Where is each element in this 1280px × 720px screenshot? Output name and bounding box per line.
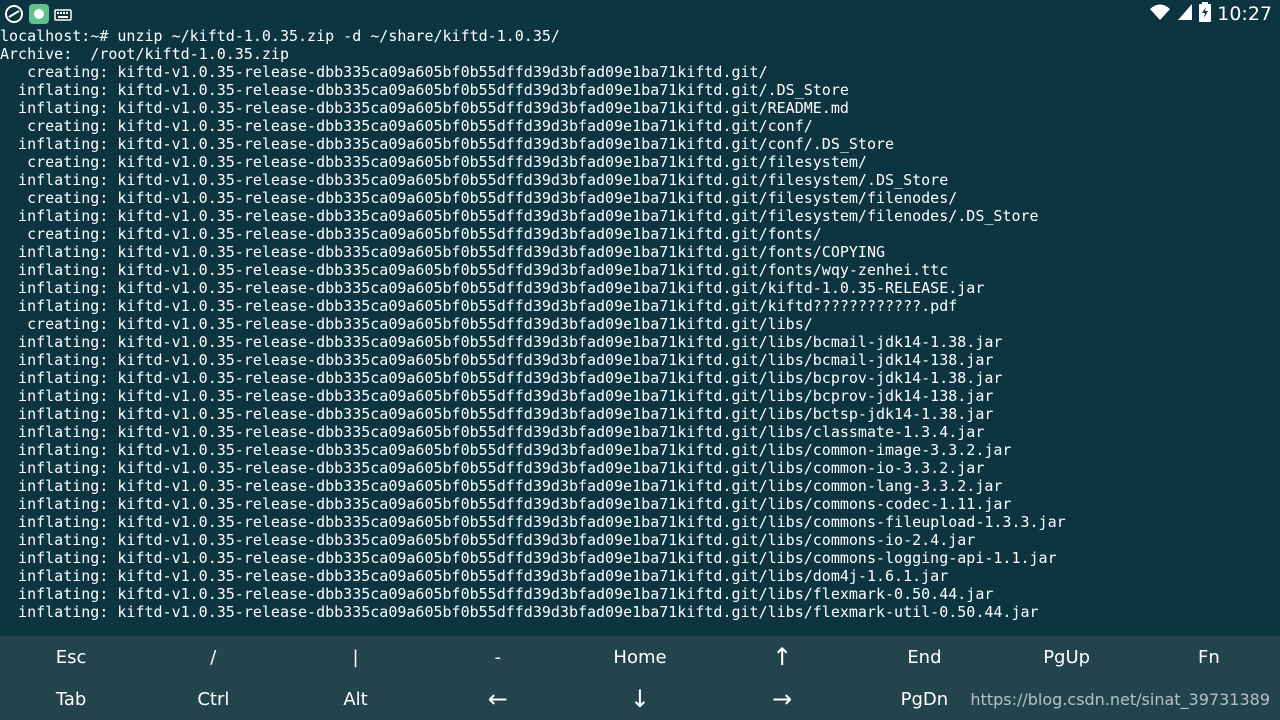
key-home[interactable]: Home: [569, 636, 711, 678]
terminal-line: creating: kiftd-v1.0.35-release-dbb335ca…: [0, 189, 958, 207]
key-arrow-left[interactable]: ←: [427, 678, 569, 720]
terminal-line: inflating: kiftd-v1.0.35-release-dbb335c…: [0, 441, 1012, 459]
terminal-line: inflating: kiftd-v1.0.35-release-dbb335c…: [0, 99, 849, 117]
terminal-line: creating: kiftd-v1.0.35-release-dbb335ca…: [0, 153, 867, 171]
key-dash[interactable]: -: [427, 636, 569, 678]
terminal-line: inflating: kiftd-v1.0.35-release-dbb335c…: [0, 477, 1003, 495]
terminal-line: Archive: /root/kiftd-1.0.35.zip: [0, 45, 289, 63]
key-arrow-up[interactable]: ↑: [711, 636, 853, 678]
key-alt[interactable]: Alt: [284, 678, 426, 720]
terminal-line: inflating: kiftd-v1.0.35-release-dbb335c…: [0, 261, 949, 279]
wifi-icon: [1149, 3, 1171, 25]
terminal-line: inflating: kiftd-v1.0.35-release-dbb335c…: [0, 243, 886, 261]
keyboard-icon: [54, 7, 72, 26]
status-right-icons: 10:27: [1149, 2, 1272, 26]
clock: 10:27: [1217, 3, 1272, 25]
key-fn[interactable]: Fn: [1138, 636, 1280, 678]
terminal-line: inflating: kiftd-v1.0.35-release-dbb335c…: [0, 135, 895, 153]
terminal-line: inflating: kiftd-v1.0.35-release-dbb335c…: [0, 333, 1003, 351]
terminal-line: inflating: kiftd-v1.0.35-release-dbb335c…: [0, 531, 976, 549]
terminal-lines: localhost:~# unzip ~/kiftd-1.0.35.zip -d…: [0, 27, 1280, 621]
terminal-line: localhost:~# unzip ~/kiftd-1.0.35.zip -d…: [0, 27, 560, 45]
key-slash[interactable]: /: [142, 636, 284, 678]
terminal-line: inflating: kiftd-v1.0.35-release-dbb335c…: [0, 495, 1012, 513]
key-esc[interactable]: Esc: [0, 636, 142, 678]
terminal-line: inflating: kiftd-v1.0.35-release-dbb335c…: [0, 549, 1057, 567]
terminal-line: creating: kiftd-v1.0.35-release-dbb335ca…: [0, 225, 822, 243]
app-notification-icon: [28, 3, 50, 29]
key-arrow-right[interactable]: →: [711, 678, 853, 720]
key-ctrl[interactable]: Ctrl: [142, 678, 284, 720]
key-pgup[interactable]: PgUp: [996, 636, 1138, 678]
android-debug-icon: [4, 4, 24, 28]
terminal-line: inflating: kiftd-v1.0.35-release-dbb335c…: [0, 351, 994, 369]
terminal-line: inflating: kiftd-v1.0.35-release-dbb335c…: [0, 513, 1066, 531]
terminal-line: creating: kiftd-v1.0.35-release-dbb335ca…: [0, 117, 813, 135]
terminal-line: inflating: kiftd-v1.0.35-release-dbb335c…: [0, 405, 994, 423]
battery-icon: [1199, 2, 1212, 26]
terminal-line: inflating: kiftd-v1.0.35-release-dbb335c…: [0, 207, 1039, 225]
terminal-line: inflating: kiftd-v1.0.35-release-dbb335c…: [0, 567, 949, 585]
key-arrow-down[interactable]: ↓: [569, 678, 711, 720]
terminal-line: inflating: kiftd-v1.0.35-release-dbb335c…: [0, 369, 1003, 387]
status-bar: 10:27: [0, 0, 1280, 27]
extra-keys-row-1: Esc / | - Home ↑ End PgUp Fn: [0, 636, 1280, 678]
signal-icon: [1177, 3, 1193, 25]
key-end[interactable]: End: [853, 636, 995, 678]
key-pipe[interactable]: |: [284, 636, 426, 678]
terminal-line: inflating: kiftd-v1.0.35-release-dbb335c…: [0, 585, 994, 603]
terminal-line: inflating: kiftd-v1.0.35-release-dbb335c…: [0, 279, 985, 297]
terminal-line: inflating: kiftd-v1.0.35-release-dbb335c…: [0, 423, 985, 441]
terminal-line: inflating: kiftd-v1.0.35-release-dbb335c…: [0, 387, 994, 405]
status-left-icons: [4, 3, 72, 29]
terminal-line: inflating: kiftd-v1.0.35-release-dbb335c…: [0, 297, 958, 315]
key-tab[interactable]: Tab: [0, 678, 142, 720]
terminal-line: inflating: kiftd-v1.0.35-release-dbb335c…: [0, 459, 985, 477]
terminal-output[interactable]: localhost:~# unzip ~/kiftd-1.0.35.zip -d…: [0, 27, 1280, 633]
terminal-line: inflating: kiftd-v1.0.35-release-dbb335c…: [0, 171, 949, 189]
terminal-line: creating: kiftd-v1.0.35-release-dbb335ca…: [0, 315, 813, 333]
terminal-line: inflating: kiftd-v1.0.35-release-dbb335c…: [0, 81, 849, 99]
watermark: https://blog.csdn.net/sinat_39731389: [970, 690, 1270, 709]
terminal-line: creating: kiftd-v1.0.35-release-dbb335ca…: [0, 63, 768, 81]
terminal-line: inflating: kiftd-v1.0.35-release-dbb335c…: [0, 603, 1039, 621]
